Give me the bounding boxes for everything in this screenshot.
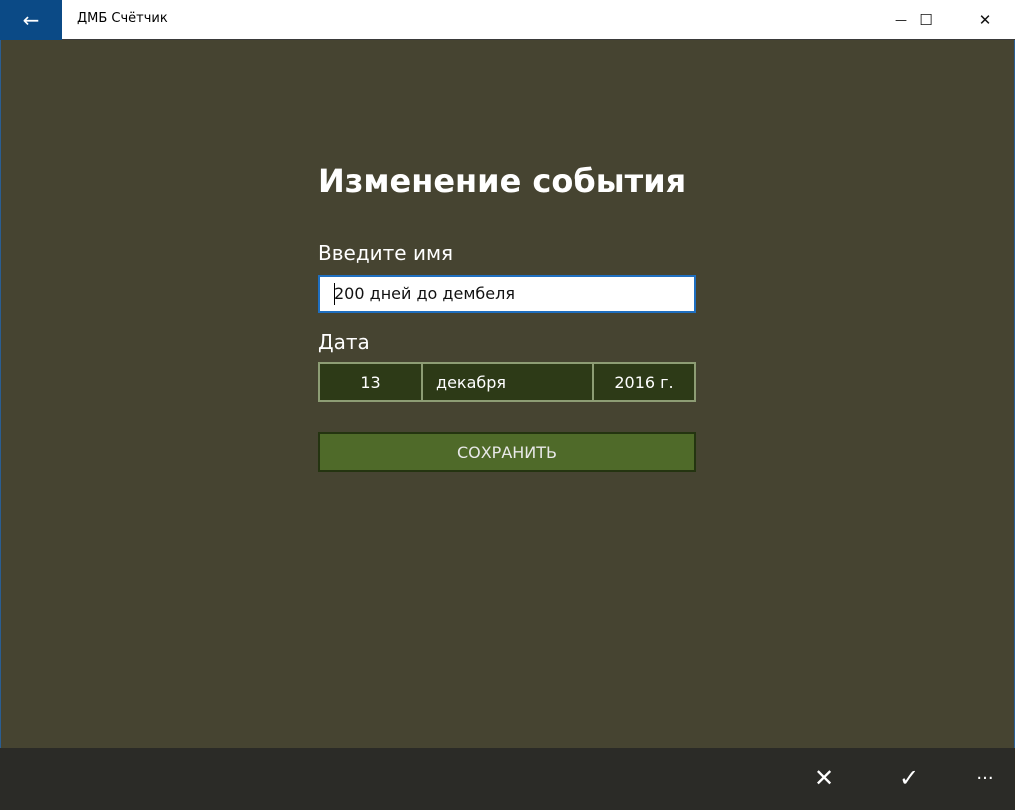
- close-icon: ✕: [978, 11, 992, 29]
- date-day[interactable]: 13: [320, 364, 423, 400]
- accept-button[interactable]: ✓: [884, 758, 934, 798]
- title-bar: ← ДМБ Счётчик — ☐ ✕: [0, 0, 1015, 40]
- date-picker[interactable]: 13 декабря 2016 г.: [318, 362, 696, 402]
- maximize-icon: ☐: [919, 11, 933, 29]
- more-button[interactable]: ···: [960, 758, 1010, 798]
- text-caret: [334, 283, 335, 305]
- close-button[interactable]: ✕: [962, 0, 1008, 40]
- maximize-button[interactable]: ☐: [903, 0, 949, 40]
- name-input-value: 200 дней до дембеля: [334, 284, 515, 303]
- app-title: ДМБ Счётчик: [77, 11, 168, 26]
- date-year[interactable]: 2016 г.: [594, 364, 694, 400]
- cancel-icon: ✕: [813, 764, 835, 792]
- checkmark-icon: ✓: [898, 764, 920, 792]
- name-label: Введите имя: [318, 241, 454, 265]
- back-button[interactable]: ←: [0, 0, 62, 40]
- app-bar: ✕ ✓ ···: [0, 748, 1015, 810]
- back-arrow-icon: ←: [22, 8, 40, 32]
- page-title: Изменение события: [318, 162, 687, 200]
- name-input[interactable]: 200 дней до дембеля: [318, 275, 696, 313]
- date-label: Дата: [318, 330, 370, 354]
- more-icon: ···: [976, 767, 994, 789]
- save-button[interactable]: СОХРАНИТЬ: [318, 432, 696, 472]
- date-month[interactable]: декабря: [423, 364, 594, 400]
- cancel-button[interactable]: ✕: [799, 758, 849, 798]
